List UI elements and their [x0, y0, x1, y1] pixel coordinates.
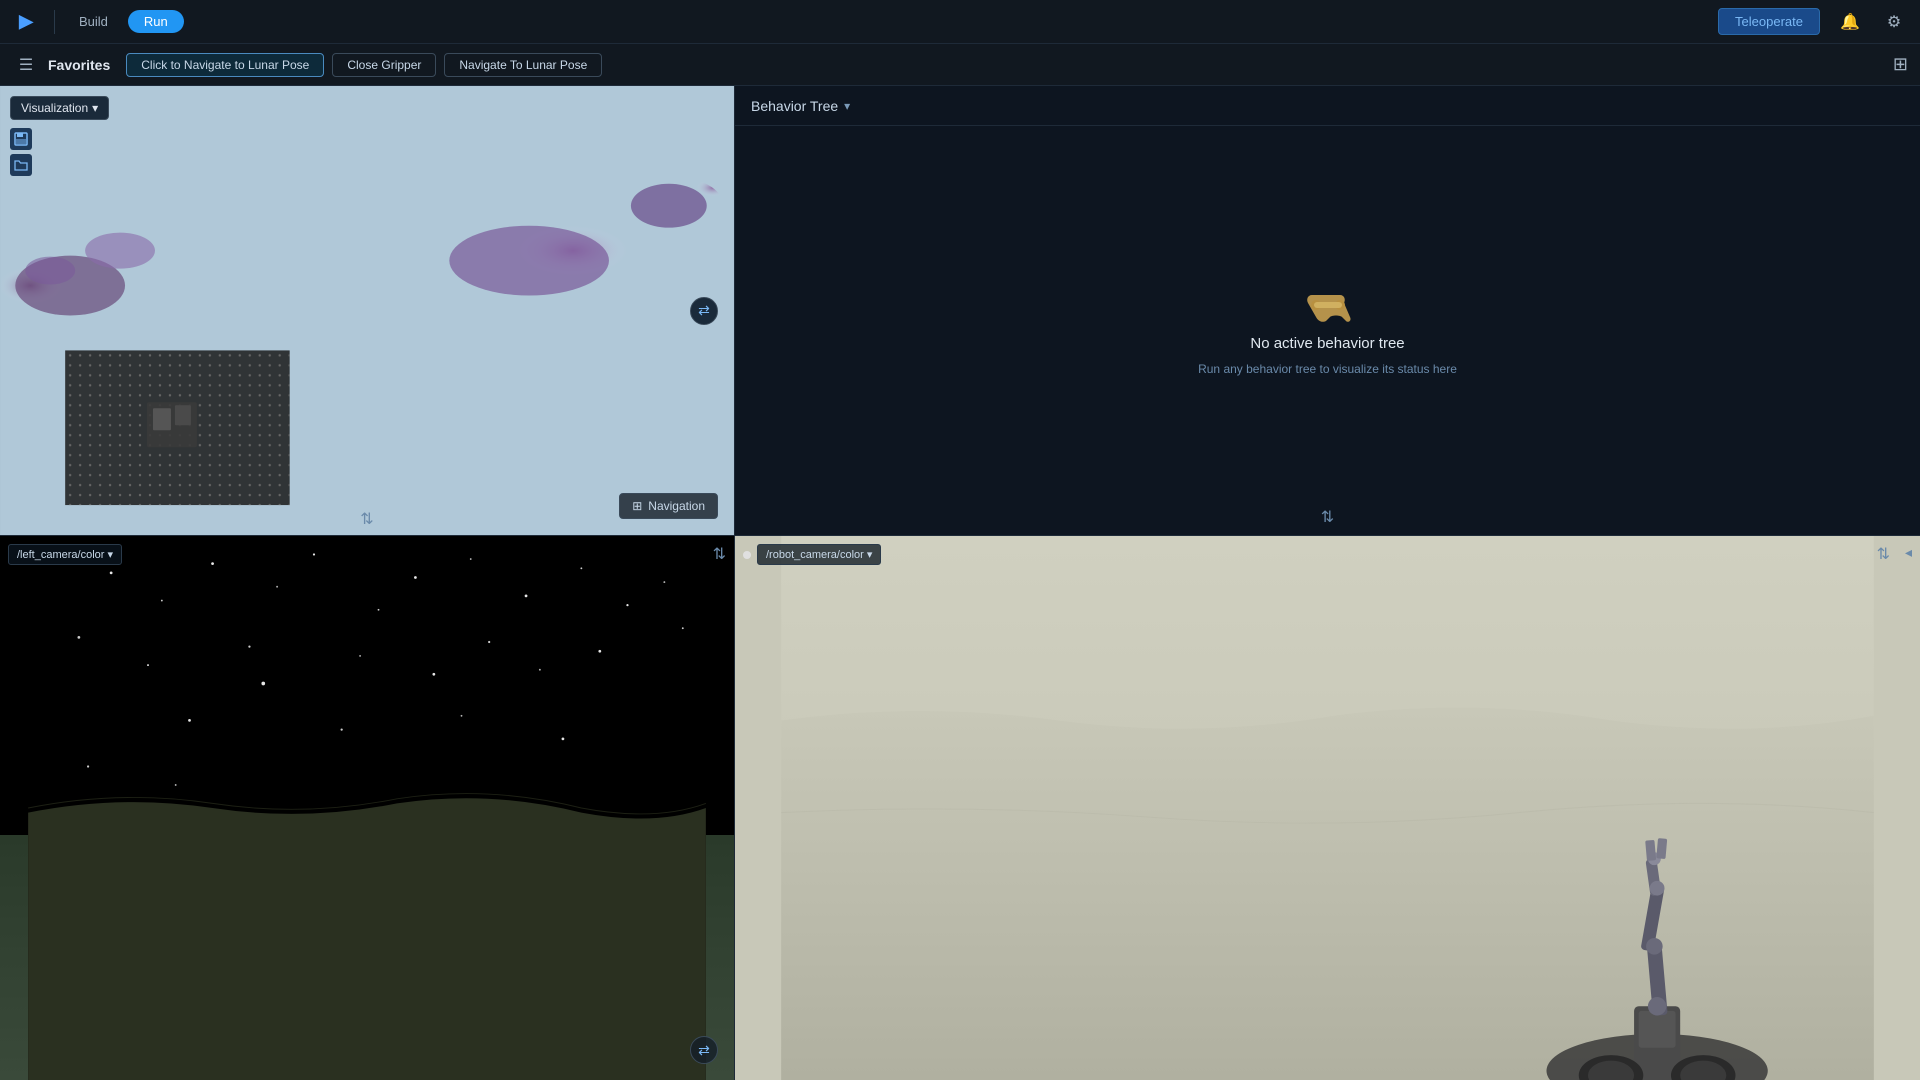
- menu-icon: ☰: [19, 55, 33, 75]
- panel-behavior-tree: Behavior Tree ▾ No active behavior tree …: [735, 86, 1920, 536]
- visualization-dropdown[interactable]: Visualization ▾: [10, 96, 109, 120]
- bt-header: Behavior Tree ▾: [735, 86, 1920, 126]
- bt-empty-subtitle: Run any behavior tree to visualize its s…: [1198, 362, 1457, 376]
- cam-left-swap-icon: ⇄: [698, 1042, 710, 1059]
- resize-v-icon: ⇅: [360, 511, 373, 528]
- favorites-label: Favorites: [48, 57, 110, 73]
- nav-icon: ⊞: [632, 499, 642, 513]
- build-button[interactable]: Build: [69, 10, 118, 33]
- cam-left-background: [0, 536, 734, 1080]
- panel-visualization: grid Visualization ▾: [0, 86, 735, 536]
- divider: [54, 10, 55, 34]
- bt-empty-icon: [1304, 285, 1352, 325]
- top-bar-right: Teleoperate 🔔 ⚙: [1718, 8, 1908, 36]
- viz-swap-button[interactable]: ⇄: [690, 297, 718, 325]
- settings-icon: ⚙: [1887, 12, 1901, 32]
- cam-left-header: /left_camera/color ▾: [8, 544, 122, 565]
- viz-toolbar: Visualization ▾: [10, 96, 109, 176]
- fav-btn-navigate-lunar-2[interactable]: Navigate To Lunar Pose: [444, 53, 602, 77]
- resize-bt-icon: ⇅: [1321, 509, 1334, 526]
- bt-chevron[interactable]: ▾: [844, 99, 850, 113]
- cam-left-swap-button[interactable]: ⇄: [690, 1036, 718, 1064]
- viz-background: grid Visualization ▾: [0, 86, 734, 535]
- bt-body: No active behavior tree Run any behavior…: [735, 126, 1920, 535]
- notification-button[interactable]: 🔔: [1836, 8, 1864, 36]
- main-content: grid Visualization ▾: [0, 86, 1920, 1080]
- cam-right-resize-handle[interactable]: ⇅: [1877, 544, 1890, 564]
- fav-btn-navigate-lunar[interactable]: Click to Navigate to Lunar Pose: [126, 53, 324, 77]
- navigation-label: ⊞ Navigation: [619, 493, 718, 519]
- cam-right-header: /robot_camera/color ▾: [743, 544, 881, 565]
- run-button[interactable]: Run: [128, 10, 184, 33]
- viz-icon-folder[interactable]: [10, 154, 32, 176]
- cam-right-status-dot: [743, 551, 751, 559]
- robot-camera-dropdown[interactable]: /robot_camera/color ▾: [757, 544, 881, 565]
- panel-toggle-button[interactable]: ☰: [12, 51, 40, 79]
- favorites-bar: ☰ Favorites Click to Navigate to Lunar P…: [0, 44, 1920, 86]
- layout-grid-button[interactable]: ⊞: [1893, 54, 1908, 75]
- viz-icon-row: [10, 128, 109, 176]
- viz-dropdown-chevron: ▾: [92, 101, 98, 115]
- fav-btn-close-gripper[interactable]: Close Gripper: [332, 53, 436, 77]
- robot-camera-topic: /robot_camera/color: [766, 549, 864, 561]
- robot-camera-chevron: ▾: [867, 548, 873, 561]
- viz-icon-save[interactable]: [10, 128, 32, 150]
- favorites-bar-right: ⊞: [1893, 54, 1908, 75]
- settings-button[interactable]: ⚙: [1880, 8, 1908, 36]
- viz-dropdown-label: Visualization: [21, 101, 88, 115]
- teleop-button[interactable]: Teleoperate: [1718, 8, 1820, 35]
- swap-icon: ⇄: [698, 302, 710, 319]
- bt-resize-handle[interactable]: ⇅: [1321, 507, 1334, 527]
- cam-right-expand-button[interactable]: ◂: [1905, 544, 1912, 561]
- resize-cam-left-icon: ⇅: [713, 546, 726, 563]
- panel-robot-camera: /robot_camera/color ▾ ⇅ ◂: [735, 536, 1920, 1080]
- expand-cam-right-icon: ◂: [1905, 544, 1912, 560]
- grid-icon: ⊞: [1893, 54, 1908, 74]
- left-camera-topic: /left_camera/color: [17, 549, 104, 561]
- notification-icon: 🔔: [1840, 12, 1860, 32]
- left-camera-chevron: ▾: [107, 548, 113, 561]
- nav-text: Navigation: [648, 499, 705, 513]
- app-logo: ▶: [12, 8, 40, 36]
- viz-resize-handle[interactable]: ⇅: [360, 509, 373, 529]
- bt-title: Behavior Tree: [751, 98, 838, 114]
- panel-left-camera: /left_camera/color ▾ ⇅ ⇄: [0, 536, 735, 1080]
- top-bar: ▶ Build Run Teleoperate 🔔 ⚙: [0, 0, 1920, 44]
- resize-cam-right-icon: ⇅: [1877, 546, 1890, 563]
- cam-left-resize-handle[interactable]: ⇅: [713, 544, 726, 564]
- left-camera-dropdown[interactable]: /left_camera/color ▾: [8, 544, 122, 565]
- bt-empty-title: No active behavior tree: [1250, 335, 1404, 352]
